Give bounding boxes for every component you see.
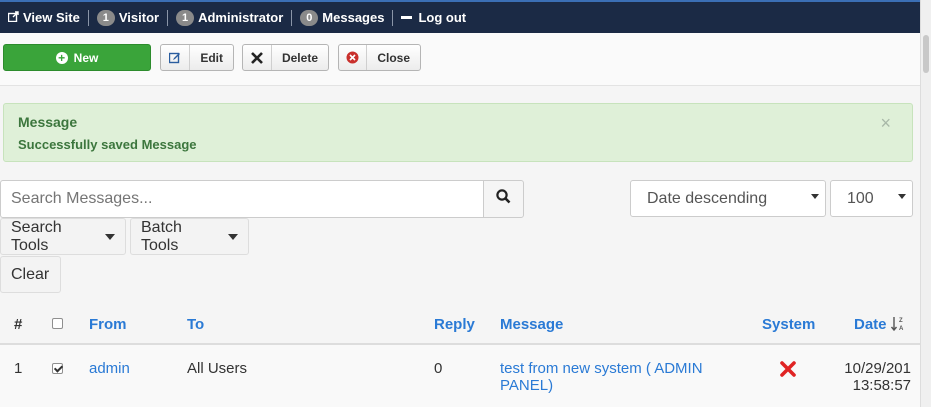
svg-text:Z: Z — [899, 318, 903, 324]
clear-label: Clear — [11, 265, 50, 283]
row-message-line1: test from new system ( ADMIN — [500, 360, 703, 377]
row-num: 1 — [14, 360, 23, 377]
visitor-count-badge: 1 — [96, 9, 115, 26]
svg-text:A: A — [899, 326, 904, 332]
messages-link[interactable]: 0 Messages — [292, 9, 392, 26]
alert-close-icon[interactable]: × — [880, 113, 891, 134]
row-message-link[interactable]: test from new system ( ADMIN PANEL) — [500, 360, 703, 394]
batch-tools-label: Batch Tools — [141, 218, 182, 254]
vertical-scrollbar[interactable] — [920, 0, 931, 407]
row-reply: 0 — [434, 360, 443, 377]
edit-button-label: Edit — [200, 50, 223, 65]
search-tools-label: Search Tools — [11, 218, 62, 254]
chevron-down-icon — [898, 194, 906, 199]
caret-down-icon — [105, 233, 115, 240]
limit-select[interactable]: 100 — [830, 180, 913, 217]
col-from[interactable]: From — [89, 316, 127, 333]
administrator-count-badge: 1 — [176, 9, 195, 26]
new-button-label: New — [73, 50, 99, 65]
ordering-value: Date descending — [647, 189, 768, 207]
row-checkbox[interactable] — [52, 363, 63, 374]
search-input[interactable] — [0, 180, 484, 218]
delete-button[interactable]: Delete — [242, 44, 329, 71]
row-from-link[interactable]: admin — [89, 360, 130, 377]
edit-icon — [161, 45, 191, 70]
delete-x-icon — [243, 45, 272, 70]
col-date[interactable]: Date ZA — [854, 316, 907, 333]
alert-heading: Message — [18, 114, 78, 130]
scrollbar-thumb[interactable] — [923, 35, 929, 73]
plus-circle-icon: + — [55, 51, 68, 64]
view-site-label: View Site — [23, 10, 80, 25]
col-to[interactable]: To — [187, 316, 204, 333]
col-date-label: Date — [854, 316, 887, 333]
search-button[interactable] — [483, 180, 524, 218]
visitor-label: Visitor — [118, 10, 160, 25]
ordering-select[interactable]: Date descending — [630, 180, 826, 217]
col-system[interactable]: System — [762, 316, 815, 333]
row-message-line2: PANEL) — [500, 377, 554, 394]
row-date-line2: 13:58:57 — [852, 377, 911, 394]
view-site-link[interactable]: View Site — [0, 10, 88, 26]
messages-count-badge: 0 — [300, 9, 319, 26]
messages-label: Messages — [322, 10, 385, 25]
logout-link[interactable]: Log out — [393, 10, 474, 26]
row-date-line1: 10/29/201 — [844, 360, 911, 377]
col-message[interactable]: Message — [500, 316, 563, 333]
administrator-link[interactable]: 1 Administrator — [168, 9, 291, 26]
alert-message: Successfully saved Message — [18, 137, 197, 152]
edit-button[interactable]: Edit — [160, 44, 234, 71]
sort-desc-icon: ZA — [890, 316, 907, 333]
minus-icon — [401, 16, 413, 19]
success-alert: Message Successfully saved Message × — [3, 103, 913, 162]
caret-down-icon — [228, 233, 238, 240]
status-bar: View Site 1 Visitor 1 Administrator 0 Me… — [0, 0, 920, 33]
col-num: # — [14, 316, 23, 333]
delete-button-label: Delete — [281, 50, 318, 65]
new-button[interactable]: + New — [3, 44, 151, 71]
search-icon — [496, 189, 511, 209]
system-no-icon[interactable] — [780, 361, 796, 381]
close-button[interactable]: Close — [338, 44, 421, 71]
external-link-icon — [7, 10, 19, 25]
table-row[interactable]: 1 admin All Users 0 test from new system… — [0, 345, 920, 407]
row-date: 10/29/201 13:58:57 — [843, 360, 911, 394]
administrator-label: Administrator — [198, 10, 284, 25]
toolbar: + New Edit Delete Close — [0, 33, 920, 86]
close-circle-icon — [339, 45, 368, 70]
batch-tools-button[interactable]: Batch Tools — [130, 218, 249, 255]
row-to: All Users — [187, 360, 248, 377]
chevron-down-icon — [811, 194, 819, 199]
search-tools-button[interactable]: Search Tools — [0, 218, 126, 255]
close-button-label: Close — [377, 50, 410, 65]
limit-value: 100 — [847, 189, 874, 207]
select-all-checkbox[interactable] — [52, 318, 63, 329]
logout-label: Log out — [418, 10, 467, 25]
table-header: # From To Reply Message System Date ZA — [0, 305, 920, 345]
col-reply[interactable]: Reply — [434, 316, 475, 333]
clear-button[interactable]: Clear — [0, 256, 61, 293]
visitor-link[interactable]: 1 Visitor — [89, 9, 167, 26]
